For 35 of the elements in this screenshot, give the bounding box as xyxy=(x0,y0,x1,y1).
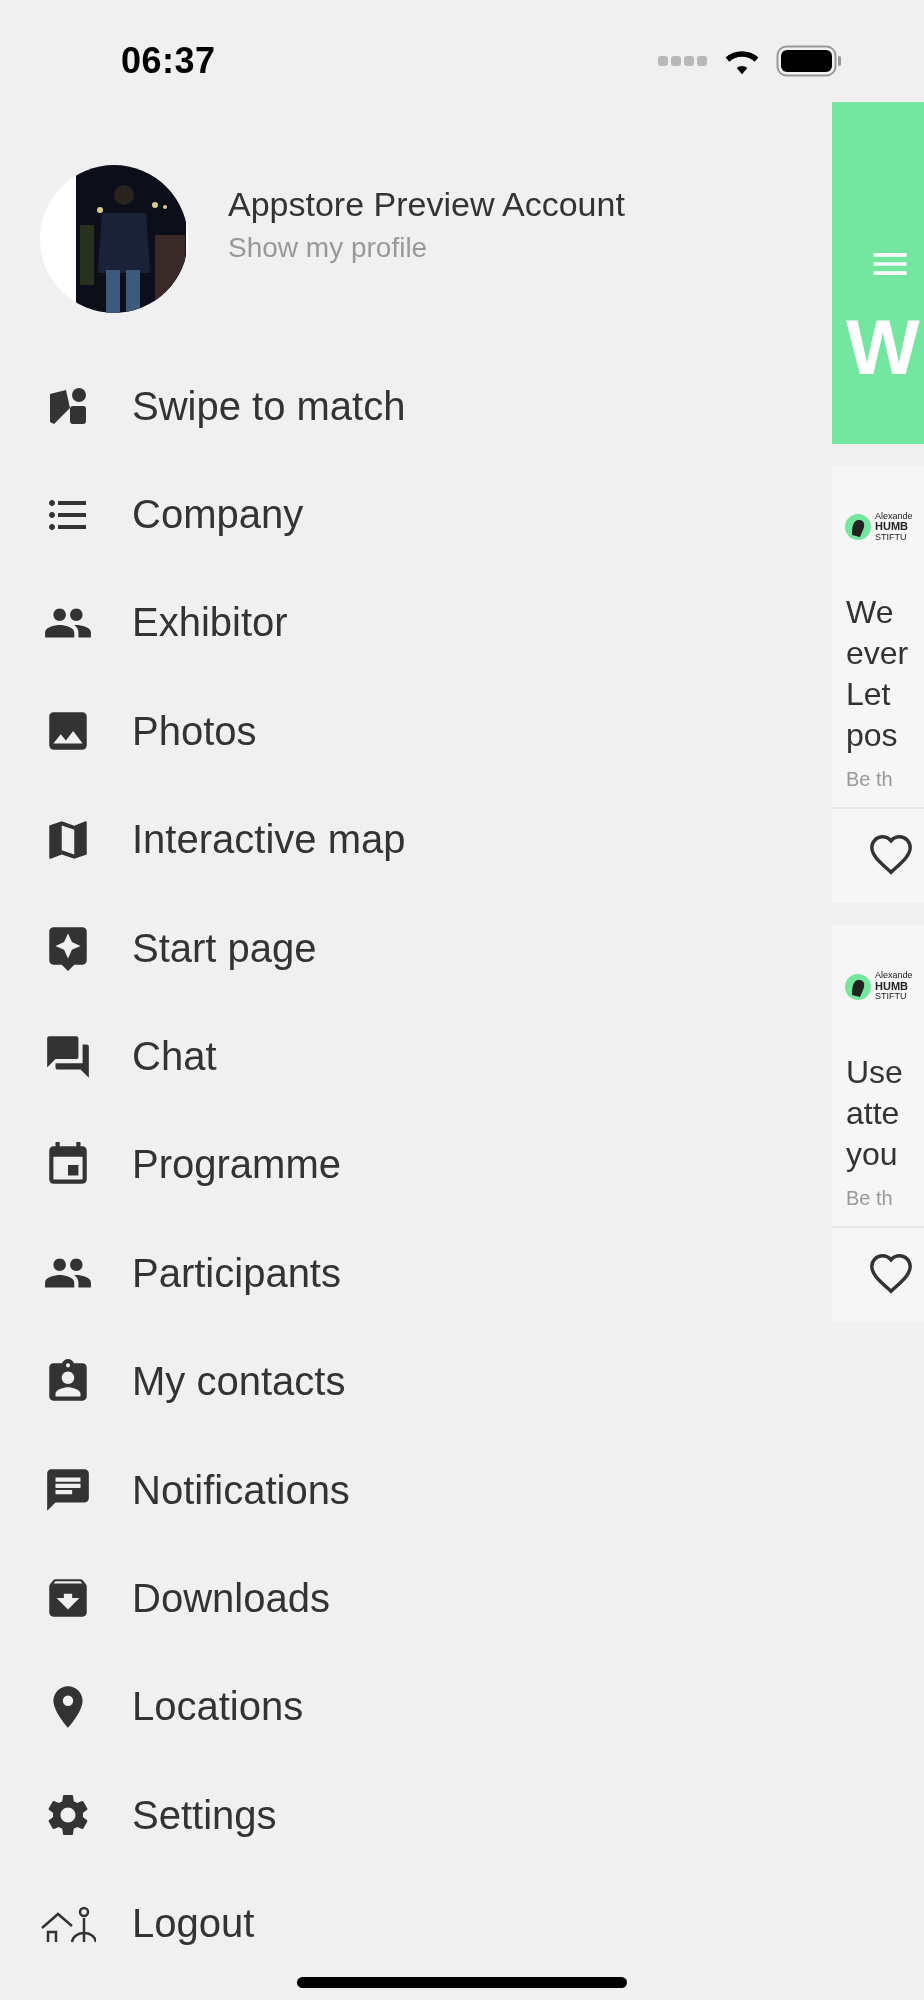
post-text: We xyxy=(846,593,895,633)
menu-item[interactable]: Photos xyxy=(132,708,257,754)
menu-item[interactable]: Swipe to match xyxy=(132,383,406,429)
menu-item[interactable]: Locations xyxy=(132,1684,304,1730)
menu-item[interactable]: Start page xyxy=(132,925,317,971)
post-text: Use xyxy=(846,1052,904,1092)
profile-name: Appstore Preview Account xyxy=(228,184,625,224)
menu-item[interactable]: Downloads xyxy=(132,1576,330,1621)
menu-item[interactable]: Exhibitor xyxy=(132,600,288,646)
signal-icon xyxy=(658,55,708,67)
post-text: ever xyxy=(846,634,910,674)
menu-item[interactable]: Notifications xyxy=(132,1467,350,1513)
menu-item[interactable]: My contacts xyxy=(132,1359,346,1405)
post-meta: Be th xyxy=(846,1186,894,1210)
battery-icon xyxy=(776,45,842,77)
status-time: 06:37 xyxy=(121,40,216,82)
logo-text: HUMB xyxy=(875,521,909,533)
logo-text: STIFTU xyxy=(875,992,908,1002)
logo-text: HUMB xyxy=(875,980,909,993)
menu-item[interactable]: Chat xyxy=(132,1034,217,1080)
menu-item[interactable]: Logout xyxy=(132,1901,255,1947)
menu-item[interactable]: Interactive map xyxy=(132,817,406,863)
page-title: W xyxy=(846,308,921,386)
logo-text: Alexande xyxy=(875,512,913,522)
menu-item[interactable]: Programme xyxy=(132,1142,341,1188)
post-meta: Be th xyxy=(846,768,894,792)
menu-item[interactable]: Participants xyxy=(132,1250,341,1296)
logo-text: Alexande xyxy=(875,971,913,981)
post-text: atte xyxy=(846,1093,901,1133)
logo-text: STIFTU xyxy=(875,533,908,543)
post-text: Let xyxy=(846,675,892,715)
post-text: pos xyxy=(846,716,899,756)
menu-item[interactable]: Company xyxy=(132,492,304,538)
post-text: you xyxy=(846,1134,899,1174)
menu-item[interactable]: Settings xyxy=(132,1792,277,1838)
